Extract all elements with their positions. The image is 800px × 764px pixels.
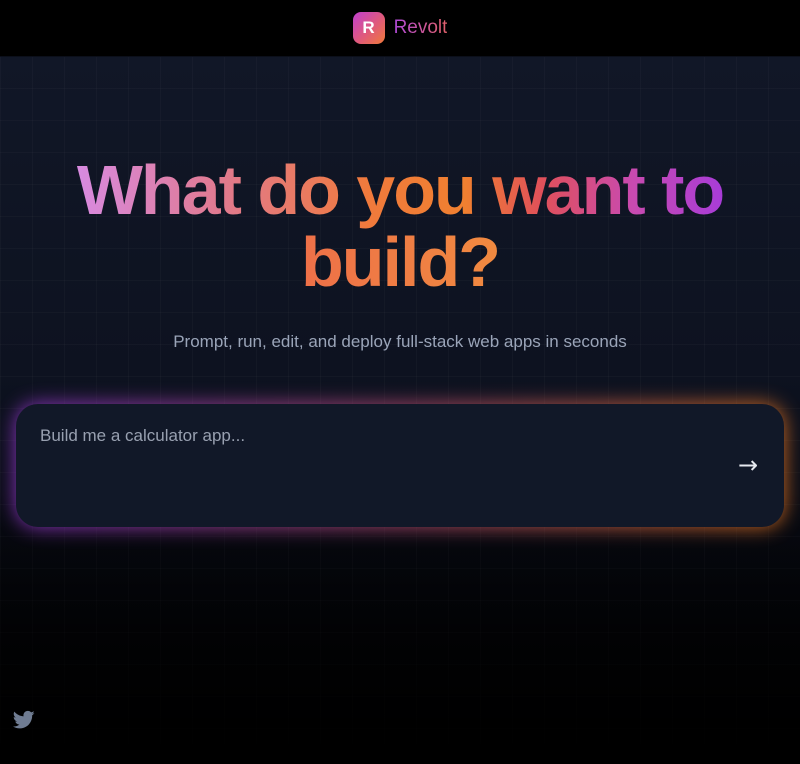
- page-subtitle: Prompt, run, edit, and deploy full-stack…: [173, 332, 627, 351]
- brand-name: Revolt: [393, 17, 448, 38]
- top-bar: R Revolt: [0, 0, 800, 57]
- arrow-right-icon: →: [737, 451, 759, 479]
- brand-logo-letter: R: [362, 18, 375, 37]
- headline-line-2: build?: [301, 223, 501, 301]
- send-button[interactable]: →: [732, 451, 764, 479]
- brand-logo-icon: R: [352, 12, 385, 44]
- brand[interactable]: R Revolt: [352, 12, 448, 44]
- page-title: What do you want to build?: [0, 154, 800, 298]
- main-content: What do you want to build? Prompt, run, …: [0, 56, 800, 764]
- headline-line-1: What do you want to: [76, 151, 725, 229]
- prompt-box: →: [16, 404, 784, 527]
- prompt-input[interactable]: [40, 426, 700, 446]
- twitter-link[interactable]: [12, 710, 35, 730]
- twitter-icon: [12, 710, 35, 729]
